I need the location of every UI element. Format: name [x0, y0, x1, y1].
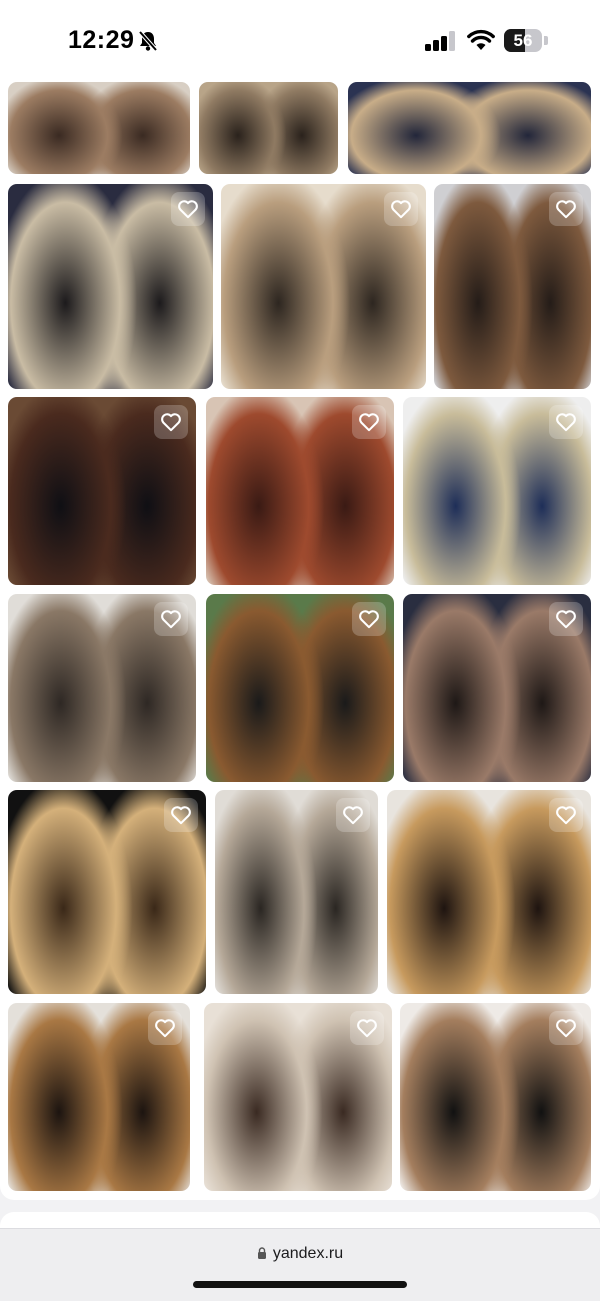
gallery-image-tile[interactable]	[348, 82, 591, 174]
heart-outline-icon	[556, 610, 576, 629]
gallery-image-tile[interactable]	[204, 1003, 392, 1191]
hairstyle-photo	[348, 82, 591, 174]
hairstyle-photo	[8, 82, 190, 174]
image-grid	[0, 82, 600, 1200]
heart-outline-icon	[556, 806, 576, 825]
heart-outline-icon	[161, 413, 181, 432]
gallery-image-tile[interactable]	[8, 184, 213, 389]
status-bar: 12:29 56	[0, 0, 600, 82]
favorite-button[interactable]	[171, 192, 205, 226]
status-time: 12:29	[68, 26, 135, 54]
gallery-image-tile[interactable]	[221, 184, 426, 389]
gallery-image-tile[interactable]	[206, 397, 394, 585]
home-indicator[interactable]	[193, 1281, 407, 1288]
favorite-button[interactable]	[549, 192, 583, 226]
favorite-button[interactable]	[154, 405, 188, 439]
address-url[interactable]: yandex.ru	[273, 1245, 343, 1262]
battery-percent: 56	[513, 31, 533, 50]
gallery-image-tile[interactable]	[206, 594, 394, 782]
heart-outline-icon	[359, 610, 379, 629]
heart-outline-icon	[357, 1019, 377, 1038]
heart-outline-icon	[391, 200, 411, 219]
gallery-image-tile[interactable]	[8, 397, 196, 585]
gallery-image-tile[interactable]	[199, 82, 338, 174]
favorite-button[interactable]	[352, 405, 386, 439]
heart-outline-icon	[343, 806, 363, 825]
gallery-image-tile[interactable]	[400, 1003, 591, 1191]
favorite-button[interactable]	[549, 602, 583, 636]
gallery-image-tile[interactable]	[8, 594, 196, 782]
gallery-image-tile[interactable]	[403, 594, 591, 782]
gallery-image-tile[interactable]	[387, 790, 591, 994]
heart-outline-icon	[556, 200, 576, 219]
heart-outline-icon	[171, 806, 191, 825]
favorite-button[interactable]	[164, 798, 198, 832]
favorite-button[interactable]	[336, 798, 370, 832]
wifi-icon	[467, 29, 495, 50]
favorite-button[interactable]	[148, 1011, 182, 1045]
heart-outline-icon	[556, 1019, 576, 1038]
heart-outline-icon	[178, 200, 198, 219]
favorite-button[interactable]	[549, 1011, 583, 1045]
battery-icon: 56	[504, 29, 548, 52]
favorite-button[interactable]	[154, 602, 188, 636]
hairstyle-photo	[199, 82, 338, 174]
favorite-button[interactable]	[352, 602, 386, 636]
address-bar[interactable]: yandex.ru	[0, 1228, 600, 1301]
gallery-image-tile[interactable]	[8, 790, 206, 994]
cellular-signal-icon	[425, 31, 455, 51]
gallery-image-tile[interactable]	[403, 397, 591, 585]
gallery-image-tile[interactable]	[8, 1003, 190, 1191]
favorite-button[interactable]	[549, 405, 583, 439]
gallery-image-tile[interactable]	[434, 184, 591, 389]
gallery-image-tile[interactable]	[8, 82, 190, 174]
bell-slash-icon	[138, 30, 158, 52]
lock-icon	[257, 1247, 266, 1259]
heart-outline-icon	[556, 413, 576, 432]
heart-outline-icon	[359, 413, 379, 432]
heart-outline-icon	[155, 1019, 175, 1038]
heart-outline-icon	[161, 610, 181, 629]
favorite-button[interactable]	[350, 1011, 384, 1045]
gallery-image-tile[interactable]	[215, 790, 378, 994]
favorite-button[interactable]	[549, 798, 583, 832]
favorite-button[interactable]	[384, 192, 418, 226]
